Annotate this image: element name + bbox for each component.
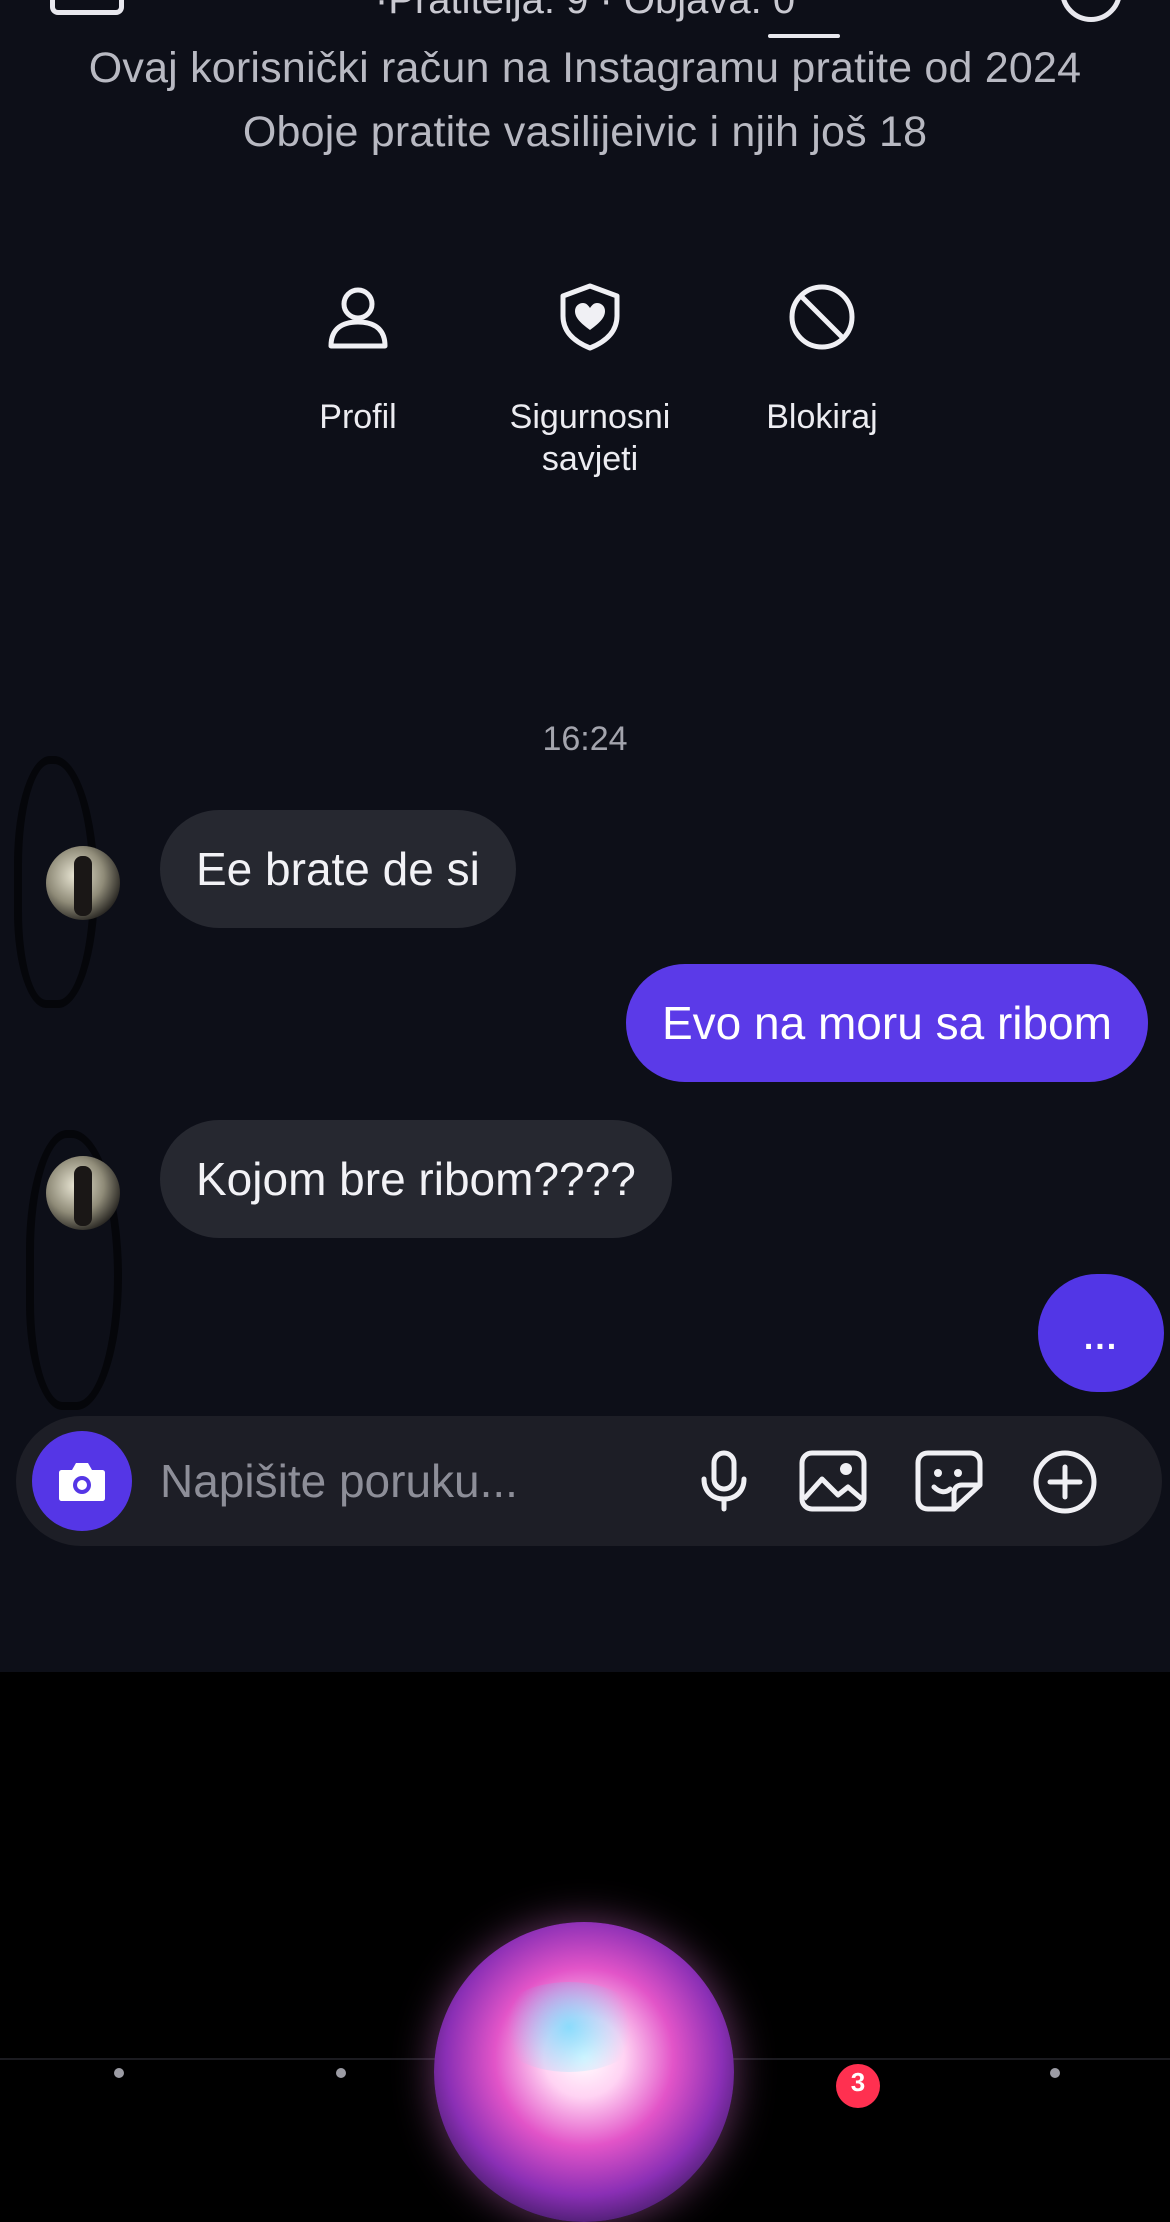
message-input[interactable]: Napišite poruku... <box>160 1416 518 1546</box>
siri-orb[interactable] <box>434 1922 734 2222</box>
mutual-followers-text: Oboje pratite vasilijeivic i njih još 18 <box>242 108 928 156</box>
typing-indicator: ... <box>1038 1274 1164 1392</box>
tab-bar-item[interactable] <box>114 2068 124 2078</box>
gallery-icon[interactable] <box>798 1449 868 1513</box>
message-bubble-outgoing[interactable]: Evo na moru sa ribom <box>626 964 1148 1082</box>
sticker-icon[interactable] <box>914 1449 984 1513</box>
message-bubble-incoming[interactable]: Kojom bre ribom???? <box>160 1120 672 1238</box>
message-timestamp: 16:24 <box>542 720 628 758</box>
notification-badge: 3 <box>836 2064 880 2108</box>
avatar[interactable] <box>46 1156 120 1230</box>
stats-underline <box>768 34 840 38</box>
camera-button[interactable] <box>32 1431 132 1531</box>
block-button[interactable]: Blokiraj <box>717 270 927 438</box>
message-bubble-incoming[interactable]: Ee brate de si <box>160 810 516 928</box>
tab-bar-item[interactable] <box>336 2068 346 2078</box>
search-icon[interactable] <box>1060 0 1122 22</box>
block-label: Blokiraj <box>766 398 878 436</box>
safety-tips-button[interactable]: Sigurnosni savjeti <box>485 270 695 480</box>
avatar[interactable] <box>46 846 120 920</box>
profile-stats-text: ·Pratitelja: 9 · Objava: 0 <box>374 0 796 22</box>
camera-icon <box>59 1463 105 1501</box>
safety-tips-label: Sigurnosni savjeti <box>509 398 671 478</box>
profile-button[interactable]: Profil <box>253 270 463 438</box>
chat-screen: ·Pratitelja: 9 · Objava: 0 Ovaj korisnič… <box>0 0 1170 1672</box>
profile-stats: ·Pratitelja: 9 · Objava: 0 <box>0 0 1170 38</box>
shield-heart-icon <box>560 283 620 351</box>
plus-circle-icon[interactable] <box>1032 1449 1098 1515</box>
microphone-icon[interactable] <box>692 1449 756 1513</box>
block-icon <box>789 284 855 350</box>
message-composer: Napišite poruku... <box>16 1416 1162 1546</box>
person-icon <box>328 287 388 349</box>
follow-since-text: Ovaj korisnički račun na Instagramu prat… <box>88 44 1082 92</box>
tab-bar-item[interactable] <box>1050 2068 1060 2078</box>
profile-label: Profil <box>319 398 397 436</box>
